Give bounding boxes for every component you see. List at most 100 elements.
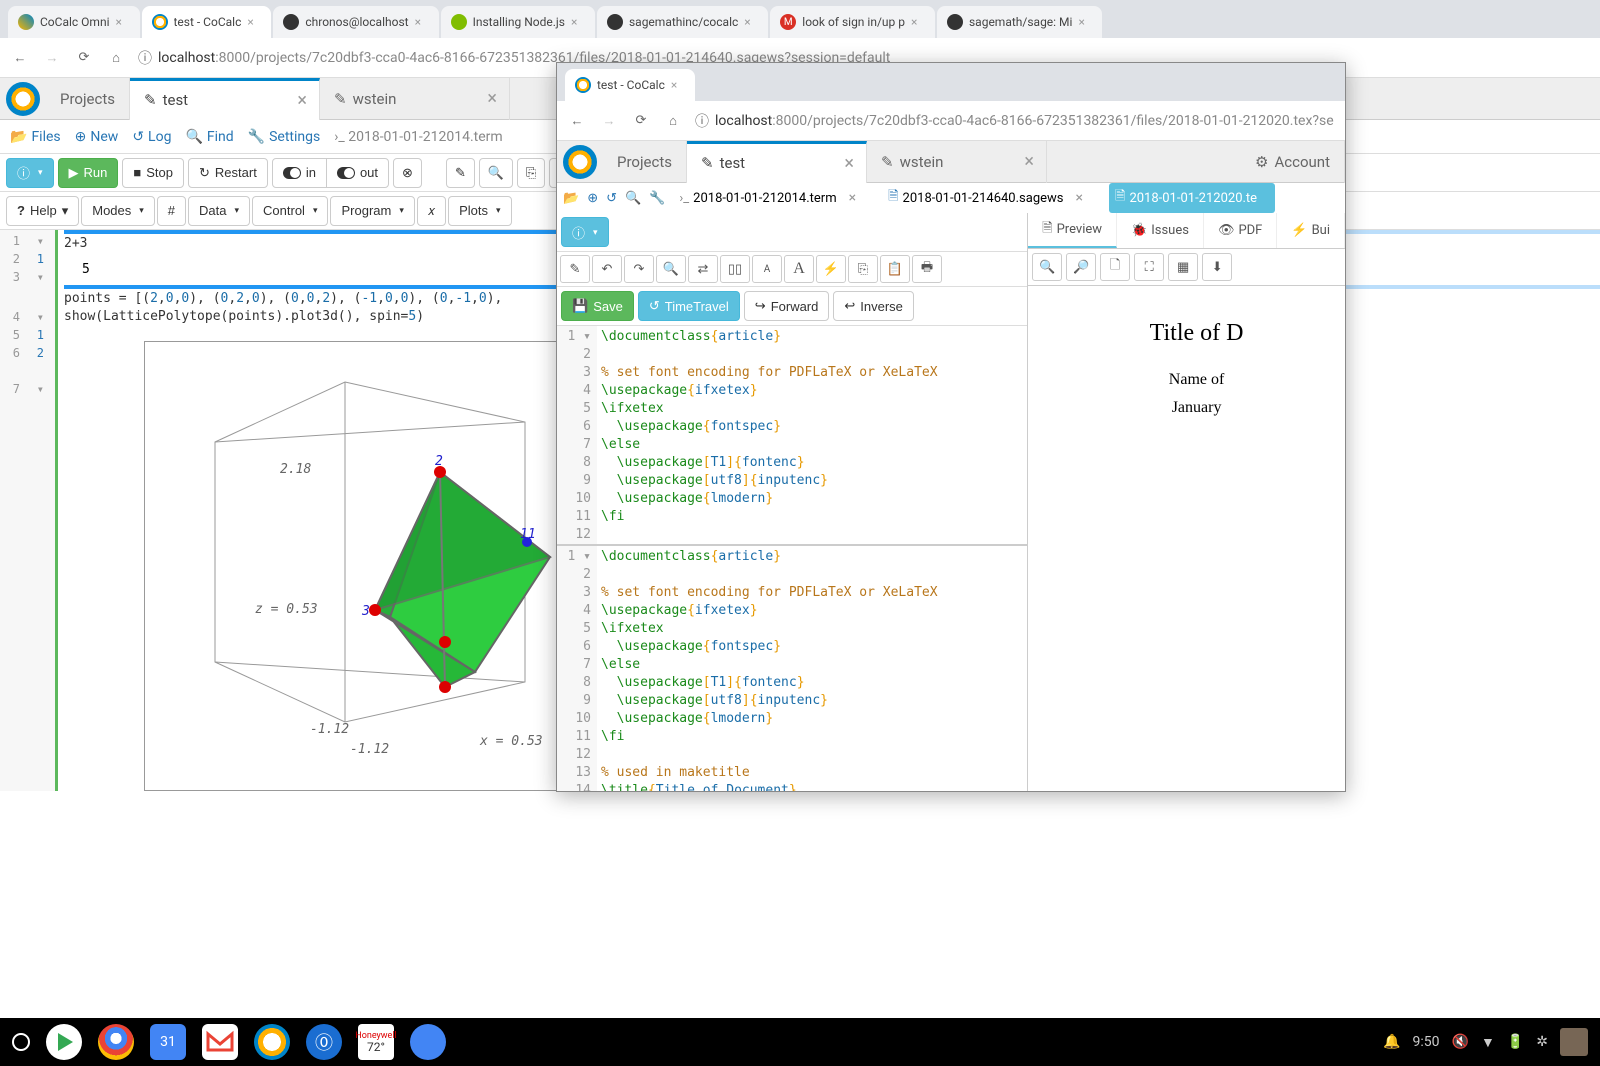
accessibility-icon[interactable]: ✲ <box>1536 1034 1548 1050</box>
close-icon[interactable]: × <box>415 15 429 29</box>
wrench-icon[interactable]: 🔧 <box>649 191 665 206</box>
search-button[interactable]: 🔍 <box>479 158 513 188</box>
chrome-tab-2[interactable]: chronos@localhost× <box>273 6 438 38</box>
reload-icon[interactable]: ⟳ <box>74 48 94 68</box>
chrome-tab-0[interactable]: CoCalc Omni× <box>8 6 140 38</box>
chrome-tab-6[interactable]: sagemath/sage: Mi× <box>937 6 1102 38</box>
close-icon[interactable]: × <box>1024 151 1034 172</box>
chrome-tab-5[interactable]: Mlook of sign in/up p× <box>770 6 935 38</box>
close-icon[interactable]: × <box>911 15 925 29</box>
new-button[interactable]: ⊕New <box>75 129 119 145</box>
download-icon[interactable]: ⬇ <box>1202 253 1232 281</box>
font-large-icon[interactable]: A <box>784 255 814 283</box>
tex-editor-bottom[interactable]: 1 ▾234567891011121314\documentclass{arti… <box>557 546 1027 791</box>
home-icon[interactable]: ⌂ <box>663 111 683 131</box>
reload-icon[interactable]: ⟳ <box>631 111 651 131</box>
font-small-icon[interactable]: A <box>752 255 782 283</box>
info-dropdown[interactable]: ⓘ <box>561 217 609 247</box>
bolt-icon[interactable]: ⚡ <box>816 255 846 283</box>
wand-icon[interactable]: ✎ <box>560 255 590 283</box>
settings-button[interactable]: 🔧Settings <box>248 129 321 145</box>
paste-icon[interactable]: 📋 <box>880 255 910 283</box>
avatar[interactable] <box>1560 1028 1588 1056</box>
control-menu[interactable]: Control <box>252 196 328 226</box>
page-icon[interactable]: 🗋 <box>1100 253 1130 281</box>
restart-button[interactable]: ↻ Restart <box>188 158 268 188</box>
help-menu[interactable]: ? Help ▾ <box>6 196 79 226</box>
close-icon[interactable]: × <box>571 15 585 29</box>
log-button[interactable]: ↺Log <box>132 129 171 145</box>
stop-button[interactable]: ■ Stop <box>122 158 184 188</box>
chrome-tab-1[interactable]: test - CoCalc× <box>142 6 272 38</box>
cocalc-logo-icon[interactable] <box>563 145 597 179</box>
back-icon[interactable]: ← <box>10 48 30 68</box>
gmail-icon[interactable] <box>202 1024 238 1060</box>
program-menu[interactable]: Program <box>330 196 414 226</box>
playstore-icon[interactable] <box>46 1024 82 1060</box>
close-icon[interactable]: × <box>487 88 497 109</box>
save-button[interactable]: 💾 Save <box>561 291 634 321</box>
folder-icon[interactable]: 📂 <box>563 191 579 206</box>
battery-icon[interactable]: 🔋 <box>1507 1034 1524 1050</box>
timetravel-button[interactable]: ↺ TimeTravel <box>638 291 740 321</box>
close-icon[interactable]: × <box>744 15 758 29</box>
split-icon[interactable]: ▯▯ <box>720 255 750 283</box>
modes-menu[interactable]: Modes <box>81 196 155 226</box>
tex-editor-top[interactable]: 1 ▾23456789101112131415\documentclass{ar… <box>557 326 1027 544</box>
chrome-tab-w2[interactable]: test - CoCalc× <box>565 69 695 101</box>
forward-icon[interactable]: → <box>599 111 619 131</box>
info-dropdown[interactable]: ⓘ <box>6 158 54 188</box>
chrome-tab-4[interactable]: sagemathinc/cocalc× <box>597 6 768 38</box>
find-button[interactable]: 🔍Find <box>185 129 233 145</box>
account-tab[interactable]: ⚙Account <box>1241 141 1345 183</box>
project-tab-test[interactable]: ✎test× <box>687 141 867 183</box>
forward-button[interactable]: ↪Forward <box>744 291 830 321</box>
search-icon[interactable]: 🔍 <box>656 255 686 283</box>
url-bar-w2[interactable]: ⓘ localhost:8000/projects/7c20dbf3-cca0-… <box>695 111 1335 131</box>
file-tab-tex[interactable]: 🗎2018-01-01-212020.te <box>1109 183 1275 213</box>
build-tab[interactable]: ⚡Bui <box>1277 213 1345 248</box>
data-menu[interactable]: Data <box>188 196 250 226</box>
fullscreen-icon[interactable]: ⛶ <box>1134 253 1164 281</box>
copy-icon[interactable]: ⎘ <box>848 255 878 283</box>
history-icon[interactable]: ↺ <box>606 191 617 206</box>
app-icon[interactable] <box>410 1024 446 1060</box>
cocalc-app-icon[interactable] <box>254 1024 290 1060</box>
close-icon[interactable]: × <box>247 15 261 29</box>
chrome-tab-3[interactable]: Installing Node.js× <box>441 6 595 38</box>
delete-button[interactable]: ⊗ <box>393 158 422 188</box>
pdf-tab[interactable]: 👁 PDF <box>1204 213 1277 248</box>
plot-3d[interactable]: 2.18 2 11 z = 0.53 3 -1.12 -1.12 x = 0.5… <box>144 341 624 791</box>
close-icon[interactable]: × <box>1076 190 1083 206</box>
thermostat-icon[interactable]: Honeywell72° <box>358 1024 394 1060</box>
calendar-icon[interactable]: 31 <box>150 1024 186 1060</box>
close-icon[interactable]: × <box>849 190 856 206</box>
wifi-icon[interactable]: ▼ <box>1481 1034 1495 1051</box>
project-tab-test[interactable]: ✎test× <box>130 78 320 120</box>
file-tab-term[interactable]: ›_2018-01-01-212014.term× <box>673 186 874 210</box>
out-toggle[interactable]: out <box>326 158 389 188</box>
plots-menu[interactable]: Plots <box>448 196 511 226</box>
plus-icon[interactable]: ⊕ <box>587 191 598 206</box>
launcher-icon[interactable] <box>12 1033 30 1051</box>
issues-tab[interactable]: 🐞Issues <box>1117 213 1204 248</box>
forward-icon[interactable]: → <box>42 48 62 68</box>
redo-icon[interactable]: ↷ <box>624 255 654 283</box>
projects-tab[interactable]: Projects <box>46 78 130 120</box>
preview-tab[interactable]: 🗎 Preview <box>1028 213 1117 248</box>
chrome-icon[interactable] <box>98 1024 134 1060</box>
cocalc-logo-icon[interactable] <box>6 82 40 116</box>
project-tab-wstein[interactable]: ✎wstein× <box>320 78 510 120</box>
notification-icon[interactable]: 🔔 <box>1383 1034 1400 1050</box>
project-tab-wstein[interactable]: ✎wstein× <box>867 141 1047 183</box>
close-icon[interactable]: × <box>671 78 685 92</box>
mute-icon[interactable]: 🔇 <box>1452 1034 1469 1050</box>
inverse-button[interactable]: ↩Inverse <box>833 291 914 321</box>
file-tab-sagews[interactable]: 🗎2018-01-01-214640.sagews× <box>882 183 1101 213</box>
wand-icon[interactable]: ✎ <box>446 158 475 188</box>
back-icon[interactable]: ← <box>567 111 587 131</box>
close-icon[interactable]: × <box>1078 15 1092 29</box>
pdf-preview[interactable]: Title of D Name of January <box>1028 286 1345 791</box>
grid-icon[interactable]: ▦ <box>1168 253 1198 281</box>
copy-button[interactable]: ⎘ <box>517 158 545 188</box>
